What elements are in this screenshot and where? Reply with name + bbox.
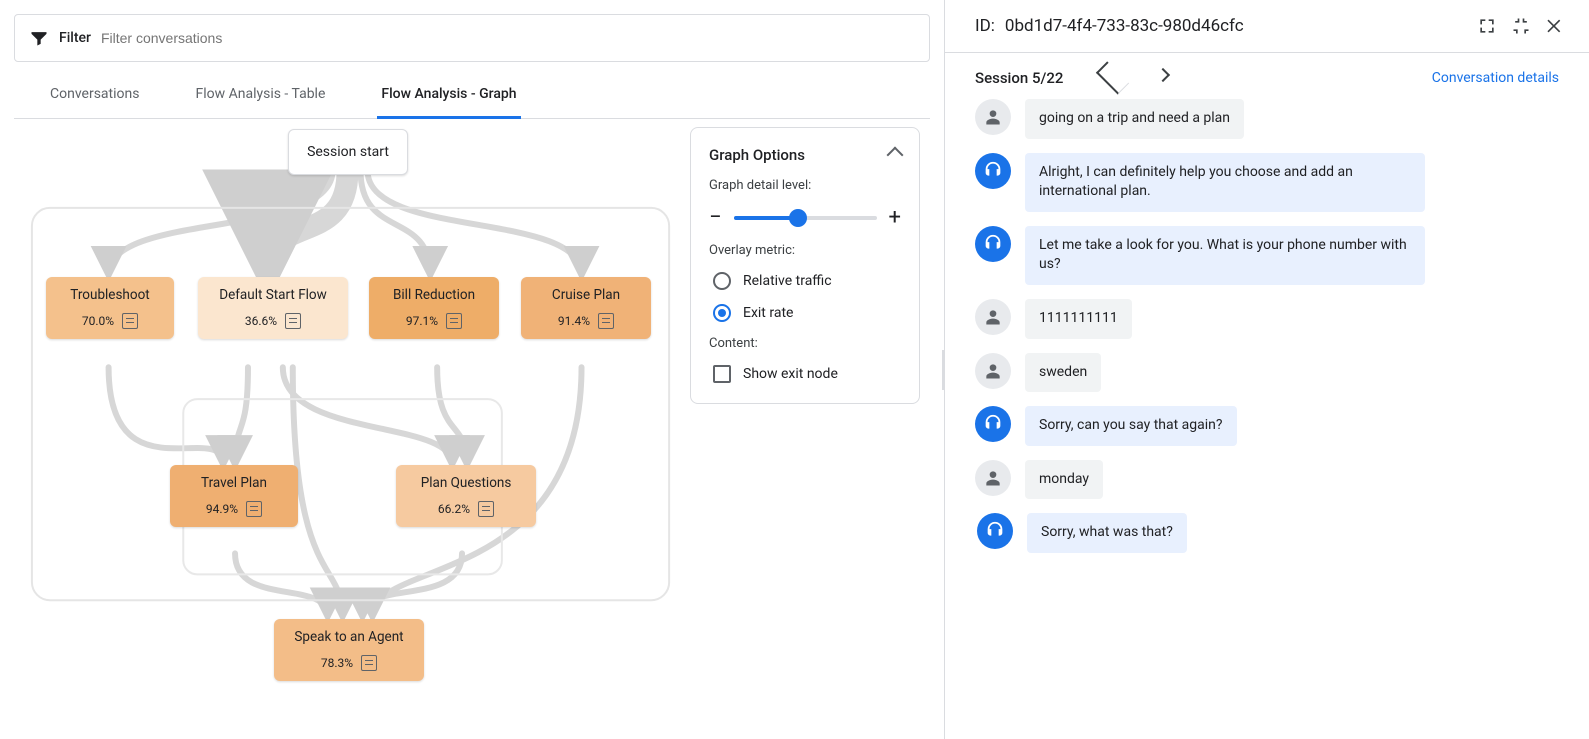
radio-relative-traffic[interactable]: Relative traffic xyxy=(709,272,901,290)
node-metric: 91.4% xyxy=(558,314,590,328)
exit-fullscreen-icon[interactable] xyxy=(1509,14,1533,38)
id-value: 0bd1d7-4f4-733-83c-980d46cfc xyxy=(1005,16,1244,36)
checkbox-icon[interactable] xyxy=(713,365,731,383)
message-row: monday xyxy=(975,460,1559,500)
detail-level-label: Graph detail level: xyxy=(709,178,901,193)
message-row: Alright, I can definitely help you choos… xyxy=(975,153,1559,212)
message-row: 1111111111 xyxy=(975,299,1559,339)
fullscreen-icon[interactable] xyxy=(1475,14,1499,38)
tab-flow-graph[interactable]: Flow Analysis - Graph xyxy=(377,86,520,119)
node-plan-questions[interactable]: Plan Questions 66.2% xyxy=(396,465,536,527)
node-default-start-flow[interactable]: Default Start Flow 36.6% xyxy=(198,277,348,339)
prev-session-button[interactable] xyxy=(1096,61,1129,94)
list-icon xyxy=(285,313,301,329)
message-bubble: Sorry, what was that? xyxy=(1027,513,1187,553)
node-title: Default Start Flow xyxy=(219,287,327,303)
message-bubble: Let me take a look for you. What is your… xyxy=(1025,226,1425,285)
radio-icon[interactable] xyxy=(713,304,731,322)
node-speak-to-agent[interactable]: Speak to an Agent 78.3% xyxy=(274,619,424,681)
list-icon xyxy=(246,501,262,517)
node-title: Travel Plan xyxy=(201,475,267,491)
agent-avatar-icon xyxy=(975,226,1011,262)
graph-options-panel: Graph Options Graph detail level: − + Ov… xyxy=(690,127,920,404)
radio-label: Relative traffic xyxy=(743,273,832,289)
message-row: Sorry, can you say that again? xyxy=(975,406,1559,446)
filter-input[interactable] xyxy=(101,30,915,46)
graph-options-title: Graph Options xyxy=(709,146,805,164)
node-metric: 70.0% xyxy=(82,314,114,328)
list-icon xyxy=(598,313,614,329)
tabs: Conversations Flow Analysis - Table Flow… xyxy=(14,86,930,119)
message-row: sweden xyxy=(975,353,1559,393)
list-icon xyxy=(478,501,494,517)
user-avatar-icon xyxy=(975,99,1011,135)
node-title: Troubleshoot xyxy=(70,287,149,303)
plus-icon[interactable]: + xyxy=(889,207,901,229)
message-row: Let me take a look for you. What is your… xyxy=(975,226,1559,285)
node-metric: 94.9% xyxy=(206,502,238,516)
node-metric: 97.1% xyxy=(406,314,438,328)
message-bubble: going on a trip and need a plan xyxy=(1025,99,1244,139)
checkbox-show-exit-node[interactable]: Show exit node xyxy=(709,365,901,383)
agent-avatar-icon xyxy=(975,153,1011,189)
detail-slider[interactable]: − + xyxy=(709,207,901,229)
checkbox-label: Show exit node xyxy=(743,366,838,382)
message-row: Sorry, what was that? xyxy=(975,513,1559,553)
filter-bar: Filter xyxy=(14,14,930,62)
node-title: Cruise Plan xyxy=(552,287,620,303)
tab-conversations[interactable]: Conversations xyxy=(46,86,143,118)
node-metric: 66.2% xyxy=(438,502,470,516)
agent-avatar-icon xyxy=(977,513,1013,549)
message-bubble: 1111111111 xyxy=(1025,299,1132,339)
node-troubleshoot[interactable]: Troubleshoot 70.0% xyxy=(46,277,174,339)
node-cruise-plan[interactable]: Cruise Plan 91.4% xyxy=(521,277,651,339)
filter-icon xyxy=(29,28,49,48)
message-bubble: Alright, I can definitely help you choos… xyxy=(1025,153,1425,212)
radio-label: Exit rate xyxy=(743,305,793,321)
message-list: going on a trip and need a plan Alright, … xyxy=(945,99,1589,739)
node-metric: 36.6% xyxy=(245,314,277,328)
node-label: Session start xyxy=(307,144,389,160)
detail-header: ID: 0bd1d7-4f4-733-83c-980d46cfc xyxy=(945,0,1589,53)
message-bubble: Sorry, can you say that again? xyxy=(1025,406,1237,446)
radio-exit-rate[interactable]: Exit rate xyxy=(709,304,901,322)
message-bubble: monday xyxy=(1025,460,1103,500)
slider-track[interactable] xyxy=(734,216,877,220)
collapse-icon[interactable] xyxy=(887,147,904,164)
radio-icon[interactable] xyxy=(713,272,731,290)
session-bar: Session 5/22 Conversation details xyxy=(945,53,1589,99)
overlay-metric-label: Overlay metric: xyxy=(709,243,901,258)
list-icon xyxy=(361,655,377,671)
node-metric: 78.3% xyxy=(321,656,353,670)
node-session-start[interactable]: Session start xyxy=(288,129,408,175)
slider-thumb[interactable] xyxy=(789,209,807,227)
next-session-button[interactable] xyxy=(1156,68,1170,82)
message-row: going on a trip and need a plan xyxy=(975,99,1559,139)
node-title: Speak to an Agent xyxy=(294,629,403,645)
conversation-details-link[interactable]: Conversation details xyxy=(1432,70,1559,86)
session-label: Session 5/22 xyxy=(975,69,1063,87)
node-title: Plan Questions xyxy=(421,475,512,491)
message-bubble: sweden xyxy=(1025,353,1101,393)
drag-handle-icon[interactable] xyxy=(942,350,944,390)
flow-graph-canvas[interactable]: Session start Troubleshoot 70.0% Default… xyxy=(14,119,930,719)
minus-icon[interactable]: − xyxy=(709,207,722,229)
close-icon[interactable] xyxy=(1543,14,1567,38)
filter-label: Filter xyxy=(59,30,91,46)
node-travel-plan[interactable]: Travel Plan 94.9% xyxy=(170,465,298,527)
tab-flow-table[interactable]: Flow Analysis - Table xyxy=(191,86,329,118)
node-title: Bill Reduction xyxy=(393,287,475,303)
agent-avatar-icon xyxy=(975,406,1011,442)
content-label: Content: xyxy=(709,336,901,351)
node-bill-reduction[interactable]: Bill Reduction 97.1% xyxy=(369,277,499,339)
user-avatar-icon xyxy=(975,299,1011,335)
analysis-panel: Filter Conversations Flow Analysis - Tab… xyxy=(0,0,945,739)
list-icon xyxy=(446,313,462,329)
conversation-detail-panel: ID: 0bd1d7-4f4-733-83c-980d46cfc Session… xyxy=(945,0,1589,739)
list-icon xyxy=(122,313,138,329)
user-avatar-icon xyxy=(975,460,1011,496)
id-label: ID: xyxy=(975,16,995,36)
user-avatar-icon xyxy=(975,353,1011,389)
